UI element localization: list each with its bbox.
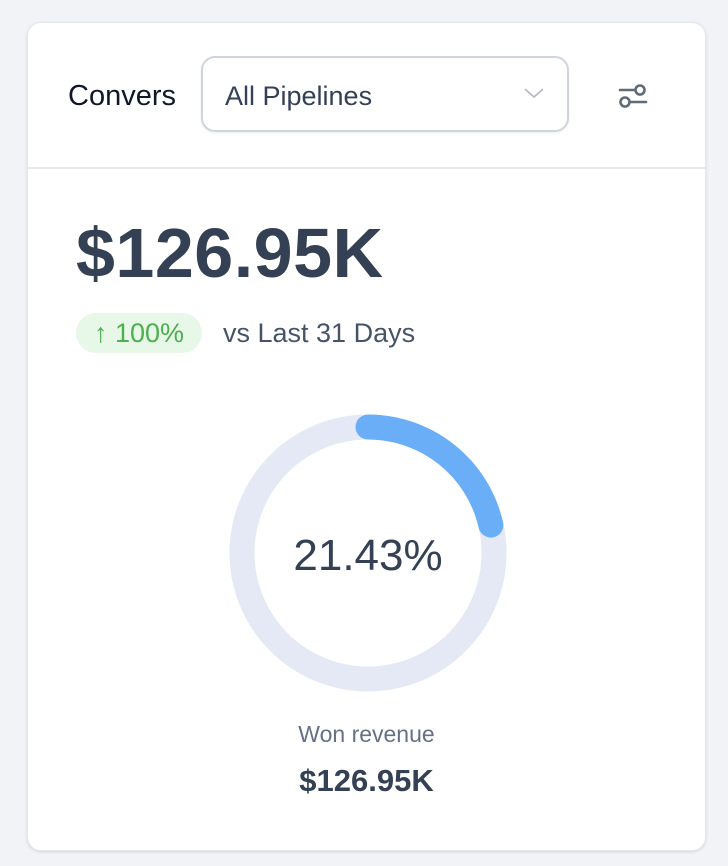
won-revenue-value: $126.95K	[299, 763, 434, 798]
change-badge: ↑ 100%	[76, 313, 203, 353]
pipeline-select-value: All Pipelines	[225, 81, 373, 111]
conversion-card: Convers All Pipelines $126.95K ↑ 100% vs…	[27, 22, 706, 851]
pipeline-select[interactable]: All Pipelines	[201, 56, 569, 132]
card-title: Convers	[68, 80, 176, 112]
comparison-text: vs Last 31 Days	[223, 318, 416, 348]
card-header: Convers All Pipelines	[28, 23, 705, 169]
donut-percent-label: 21.43%	[293, 531, 443, 580]
won-revenue-label: Won revenue	[298, 721, 435, 747]
sliders-icon[interactable]	[616, 81, 650, 111]
chevron-down-icon	[524, 88, 544, 99]
metric-value: $126.95K	[76, 214, 384, 292]
